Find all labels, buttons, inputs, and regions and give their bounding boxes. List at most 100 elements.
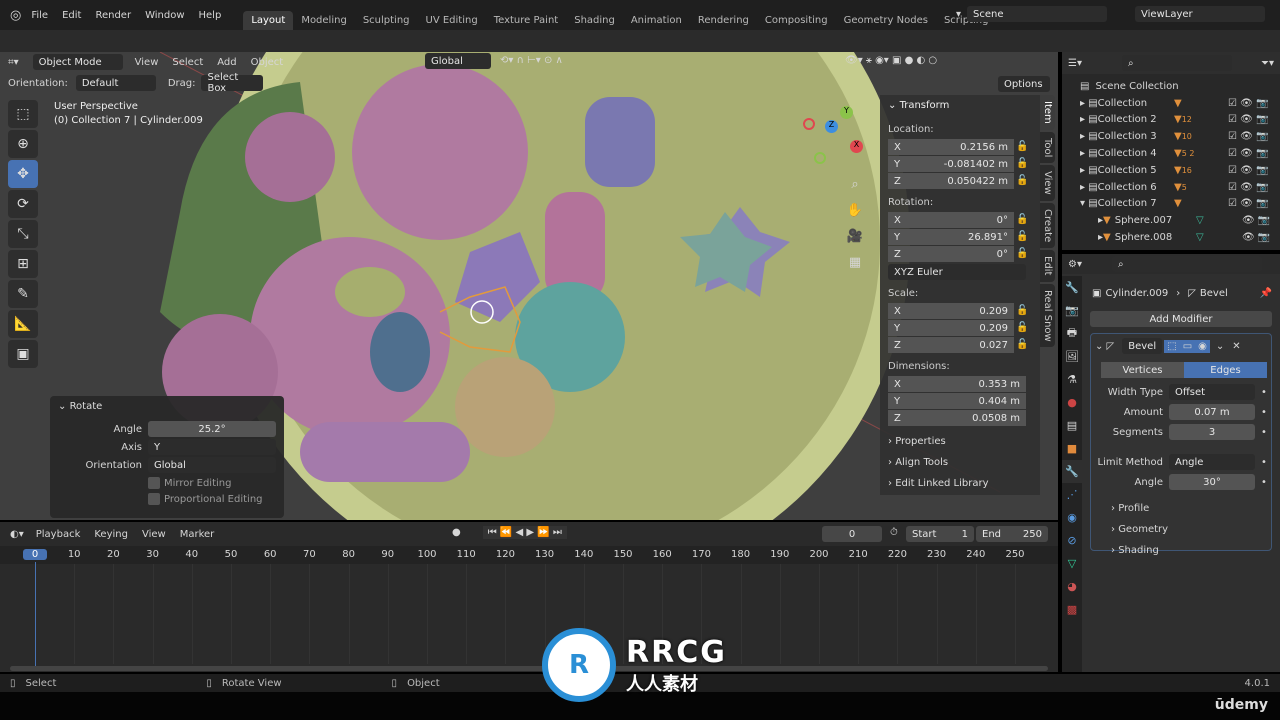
- scene-tab-icon[interactable]: ⚗: [1062, 368, 1082, 391]
- lock-icon[interactable]: 🔓: [1016, 175, 1028, 186]
- scene-icon[interactable]: ▾: [956, 9, 961, 20]
- select-box-tool-icon[interactable]: ⬚: [8, 100, 38, 128]
- tab-modeling[interactable]: Modeling: [293, 11, 355, 30]
- blender-logo-icon[interactable]: ◎: [10, 8, 21, 23]
- scale-x-field[interactable]: X 0.209: [888, 303, 1014, 319]
- tab-animation[interactable]: Animation: [623, 11, 690, 30]
- constraints-tab-icon[interactable]: ⊘: [1062, 529, 1082, 552]
- dropdown-icon[interactable]: ⌄: [1216, 341, 1224, 352]
- current-frame-field[interactable]: 0: [822, 526, 882, 542]
- dimensions-z-field[interactable]: Z 0.0508 m: [888, 410, 1026, 426]
- viewport-shading-icons[interactable]: 👁▾ ⚹ ◉▾ ▣ ● ◐ ○: [845, 55, 937, 66]
- lock-icon[interactable]: 🔓: [1016, 248, 1028, 259]
- tab-texture-paint[interactable]: Texture Paint: [486, 11, 567, 30]
- pan-hand-icon[interactable]: ✋: [846, 198, 864, 224]
- end-frame-field[interactable]: End 250: [976, 526, 1048, 542]
- viewport-menu-view[interactable]: View: [135, 57, 159, 68]
- orientation-selector[interactable]: Default: [75, 75, 156, 91]
- visibility-controls[interactable]: ☑ 👁 📷: [1228, 148, 1268, 159]
- visibility-controls[interactable]: ☑ 👁 📷: [1228, 182, 1268, 193]
- segments-field[interactable]: 3: [1169, 424, 1255, 440]
- lock-icon[interactable]: 🔓: [1016, 231, 1028, 242]
- outliner-type-icon[interactable]: ☰▾: [1068, 58, 1082, 69]
- navigation-gizmo[interactable]: Y Z X: [800, 104, 865, 164]
- redo-panel-title[interactable]: ⌄ Rotate: [50, 396, 284, 417]
- output-tab-icon[interactable]: 🖶: [1062, 322, 1082, 345]
- start-frame-field[interactable]: Start 1: [906, 526, 974, 542]
- move-tool-icon[interactable]: ✥: [8, 160, 38, 188]
- menu-help[interactable]: Help: [199, 10, 222, 21]
- tab-compositing[interactable]: Compositing: [757, 11, 836, 30]
- rotate-tool-icon[interactable]: ⟳: [8, 190, 38, 218]
- zoom-icon[interactable]: ⌕: [846, 172, 864, 198]
- panel-align-tools[interactable]: › Align Tools: [888, 457, 1032, 468]
- rotation-z-field[interactable]: Z 0°: [888, 246, 1014, 262]
- outliner-item[interactable]: ▸ ▼ Sphere.008 ▽ 👁 📷: [1062, 229, 1280, 246]
- tab-sculpting[interactable]: Sculpting: [355, 11, 418, 30]
- viewport-menu-object[interactable]: Object: [251, 57, 284, 68]
- subpanel-shading[interactable]: › Shading: [1111, 540, 1267, 561]
- cursor-tool-icon[interactable]: ⊕: [8, 130, 38, 158]
- outliner-search[interactable]: ⌕: [1121, 55, 1232, 71]
- outliner-item[interactable]: ▸ ▤ Collection 6 ▼5 ☑ 👁 📷: [1062, 179, 1280, 196]
- viewport-menu-add[interactable]: Add: [217, 57, 236, 68]
- keyframe-dot-icon[interactable]: •: [1261, 477, 1267, 488]
- view-layer-selector[interactable]: ViewLayer: [1135, 6, 1266, 22]
- outliner-item[interactable]: ▸ ▤ Collection ▼ ☑ 👁 📷: [1062, 95, 1280, 112]
- world-tab-icon[interactable]: ●: [1062, 391, 1082, 414]
- tab-geometry-nodes[interactable]: Geometry Nodes: [836, 11, 936, 30]
- outliner-item[interactable]: ▸ ▤ Collection 4 ▼5 2 ☑ 👁 📷: [1062, 145, 1280, 162]
- transform-panel-header[interactable]: ⌄ Transform: [880, 95, 1040, 116]
- particles-tab-icon[interactable]: ⋰: [1062, 483, 1082, 506]
- editor-type-icon[interactable]: ◐▾: [10, 529, 24, 540]
- dimensions-y-field[interactable]: Y 0.404 m: [888, 393, 1026, 409]
- lock-icon[interactable]: 🔓: [1016, 305, 1028, 316]
- camera-icon[interactable]: 🎥: [846, 224, 864, 250]
- mirror-checkbox[interactable]: [148, 477, 160, 489]
- timeline-menu-keying[interactable]: Keying: [94, 529, 128, 540]
- tab-uv-editing[interactable]: UV Editing: [418, 11, 486, 30]
- panel-edit-linked-library[interactable]: › Edit Linked Library: [888, 478, 1032, 489]
- sidebar-tab-item[interactable]: Item: [1040, 95, 1055, 130]
- properties-search[interactable]: ⌕: [1111, 256, 1262, 272]
- sidebar-tab-create[interactable]: Create: [1040, 202, 1055, 249]
- visibility-controls[interactable]: ☑ 👁 📷: [1228, 98, 1268, 109]
- autokey-record-icon[interactable]: ●: [452, 527, 461, 538]
- lock-icon[interactable]: 🔓: [1016, 158, 1028, 169]
- width-type-field[interactable]: Offset: [1169, 384, 1255, 400]
- orientation-selector[interactable]: Global: [148, 457, 276, 473]
- menu-edit[interactable]: Edit: [62, 10, 81, 21]
- transform-orientation[interactable]: Global: [425, 53, 491, 69]
- subpanel-geometry[interactable]: › Geometry: [1111, 519, 1267, 540]
- location-z-field[interactable]: Z 0.050422 m: [888, 173, 1014, 189]
- outliner-item[interactable]: ▸ ▤ Collection 3 ▼10 ☑ 👁 📷: [1062, 128, 1280, 145]
- outliner-item[interactable]: ▾ ▤ Collection 7 ▼ ☑ 👁 📷: [1062, 196, 1280, 213]
- transform-tool-icon[interactable]: ⊞: [8, 250, 38, 278]
- rotation-y-field[interactable]: Y 26.891°: [888, 229, 1014, 245]
- tab-rendering[interactable]: Rendering: [690, 11, 757, 30]
- remove-modifier-icon[interactable]: ✕: [1232, 341, 1240, 352]
- add-cube-tool-icon[interactable]: ▣: [8, 340, 38, 368]
- lock-icon[interactable]: 🔓: [1016, 322, 1028, 333]
- scale-z-field[interactable]: Z 0.027: [888, 337, 1014, 353]
- angle-field[interactable]: 30°: [1169, 474, 1255, 490]
- viewport-menu-select[interactable]: Select: [172, 57, 203, 68]
- lock-icon[interactable]: 🔓: [1016, 141, 1028, 152]
- affect-edges-button[interactable]: Edges: [1184, 362, 1267, 378]
- visibility-controls[interactable]: ☑ 👁 📷: [1228, 131, 1268, 142]
- grid-icon[interactable]: ▦: [846, 250, 864, 276]
- outliner-item[interactable]: ▸ ▼ Sphere.007 ▽ 👁 📷: [1062, 212, 1280, 229]
- scale-y-field[interactable]: Y 0.209: [888, 320, 1014, 336]
- view-layer-tab-icon[interactable]: 🖼: [1062, 345, 1082, 368]
- data-tab-icon[interactable]: ▽: [1062, 552, 1082, 575]
- outliner-item[interactable]: ▸ ▤ Collection 5 ▼16 ☑ 👁 📷: [1062, 162, 1280, 179]
- mode-selector[interactable]: Object Mode: [32, 54, 123, 70]
- sidebar-tab-edit[interactable]: Edit: [1040, 250, 1055, 282]
- affect-vertices-button[interactable]: Vertices: [1101, 362, 1184, 378]
- outliner-item[interactable]: ▸ ▤ Collection 2 ▼12 ☑ 👁 📷: [1062, 112, 1280, 129]
- timeline-menu-playback[interactable]: Playback: [36, 529, 81, 540]
- timeline-menu-view[interactable]: View: [142, 529, 166, 540]
- tool-tab-icon[interactable]: 🔧: [1062, 276, 1082, 299]
- visibility-controls[interactable]: ☑ 👁 📷: [1228, 198, 1268, 209]
- keyframe-dot-icon[interactable]: •: [1261, 407, 1267, 418]
